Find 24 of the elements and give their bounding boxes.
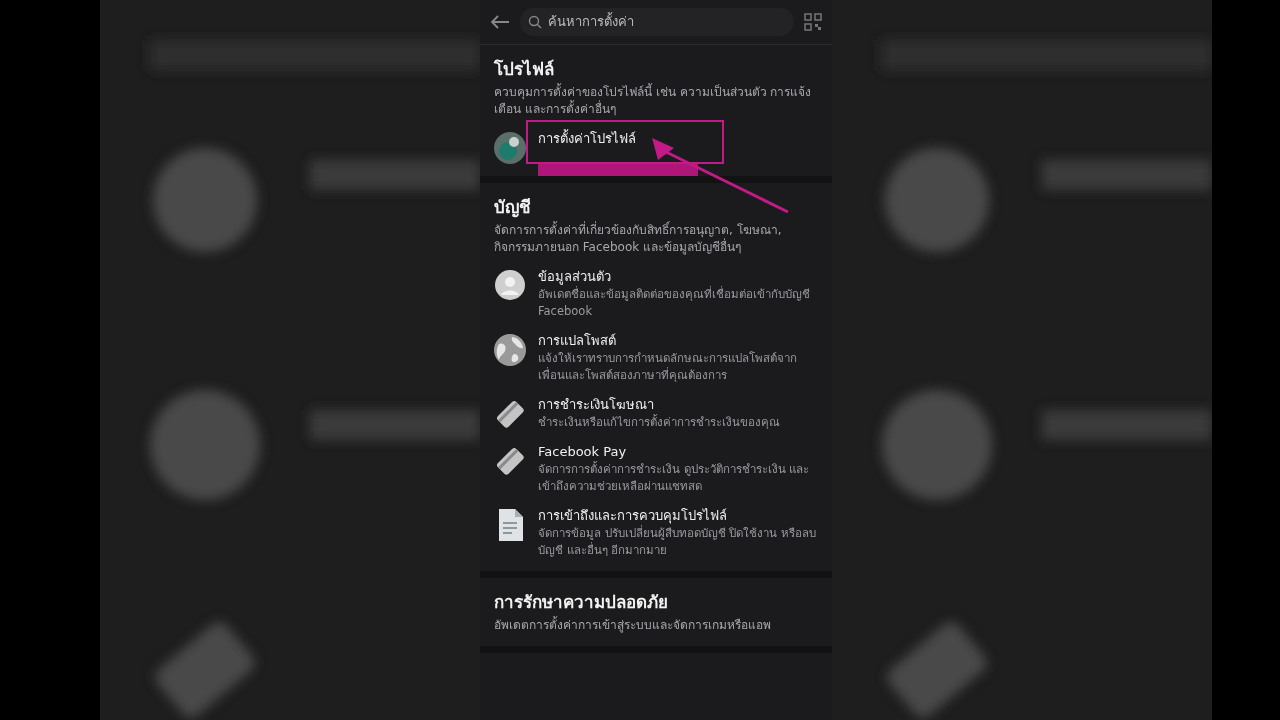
setting-description: อัพเดตชื่อและข้อมูลติดต่อของคุณที่เชื่อมต่อเข้ากับบัญชี Facebook bbox=[538, 286, 811, 320]
setting-title[interactable]: การชำระเงินโฆษณา bbox=[538, 396, 822, 414]
section-title: โปรไฟล์ bbox=[494, 58, 555, 81]
person-icon bbox=[495, 270, 525, 300]
setting-title[interactable]: การตั้งค่าโปรไฟล์ bbox=[538, 130, 822, 148]
section-title: การรักษาความปลอดภัย bbox=[494, 591, 669, 614]
section-description: ควบคุมการตั้งค่าของโปรไฟล์นี้ เช่น ความเป็นส่วนตัว การแจ้งเตือน และการตั้งค่าอื่นๆ bbox=[494, 84, 813, 118]
section-description: อัพเดตการตั้งค่าการเข้าสู่ระบบและจัดการเกมหรือแอพ bbox=[494, 617, 772, 634]
document-icon bbox=[497, 509, 523, 541]
setting-description: แจ้งให้เราทราบการกำหนดลักษณะการแปลโพสต์จากเพื่อนและโพสต์สองภาษาที่คุณต้องการ bbox=[538, 350, 798, 384]
globe-icon bbox=[494, 334, 526, 366]
setting-title[interactable]: ข้อมูลส่วนตัว bbox=[538, 268, 822, 286]
setting-description: ชำระเงินหรือแก้ไขการตั้งค่าการชำระเงินของคุณ bbox=[538, 414, 781, 431]
setting-title[interactable]: Facebook Pay bbox=[538, 443, 822, 461]
search-field[interactable]: ค้นหาการตั้งค่า bbox=[520, 8, 794, 36]
setting-title[interactable]: การเข้าถึงและการควบคุมโปรไฟล์ bbox=[538, 507, 822, 525]
setting-title[interactable]: การแปลโพสต์ bbox=[538, 332, 822, 350]
section-title: บัญชี bbox=[494, 196, 532, 220]
setting-description: จัดการข้อมูล ปรับเปลี่ยนผู้สืบทอดบัญชี ปิดใช้งาน หรือลบบัญชี และอื่นๆ อีกมากมาย bbox=[538, 525, 817, 559]
qr-code-icon[interactable] bbox=[804, 13, 822, 31]
search-icon bbox=[528, 15, 542, 29]
back-arrow-icon[interactable] bbox=[490, 14, 510, 30]
section-description: จัดการการตั้งค่าที่เกี่ยวข้องกับสิทธิ์การอนุญาต, โฆษณา, กิจกรรมภายนอก Facebook และข้อมูลบัญชีอื่นๆ bbox=[494, 222, 783, 256]
setting-description: จัดการการตั้งค่าการชำระเงิน ดูประวัติการชำระเงิน และเข้าถึงความช่วยเหลือผ่านแชทสด bbox=[538, 461, 811, 495]
